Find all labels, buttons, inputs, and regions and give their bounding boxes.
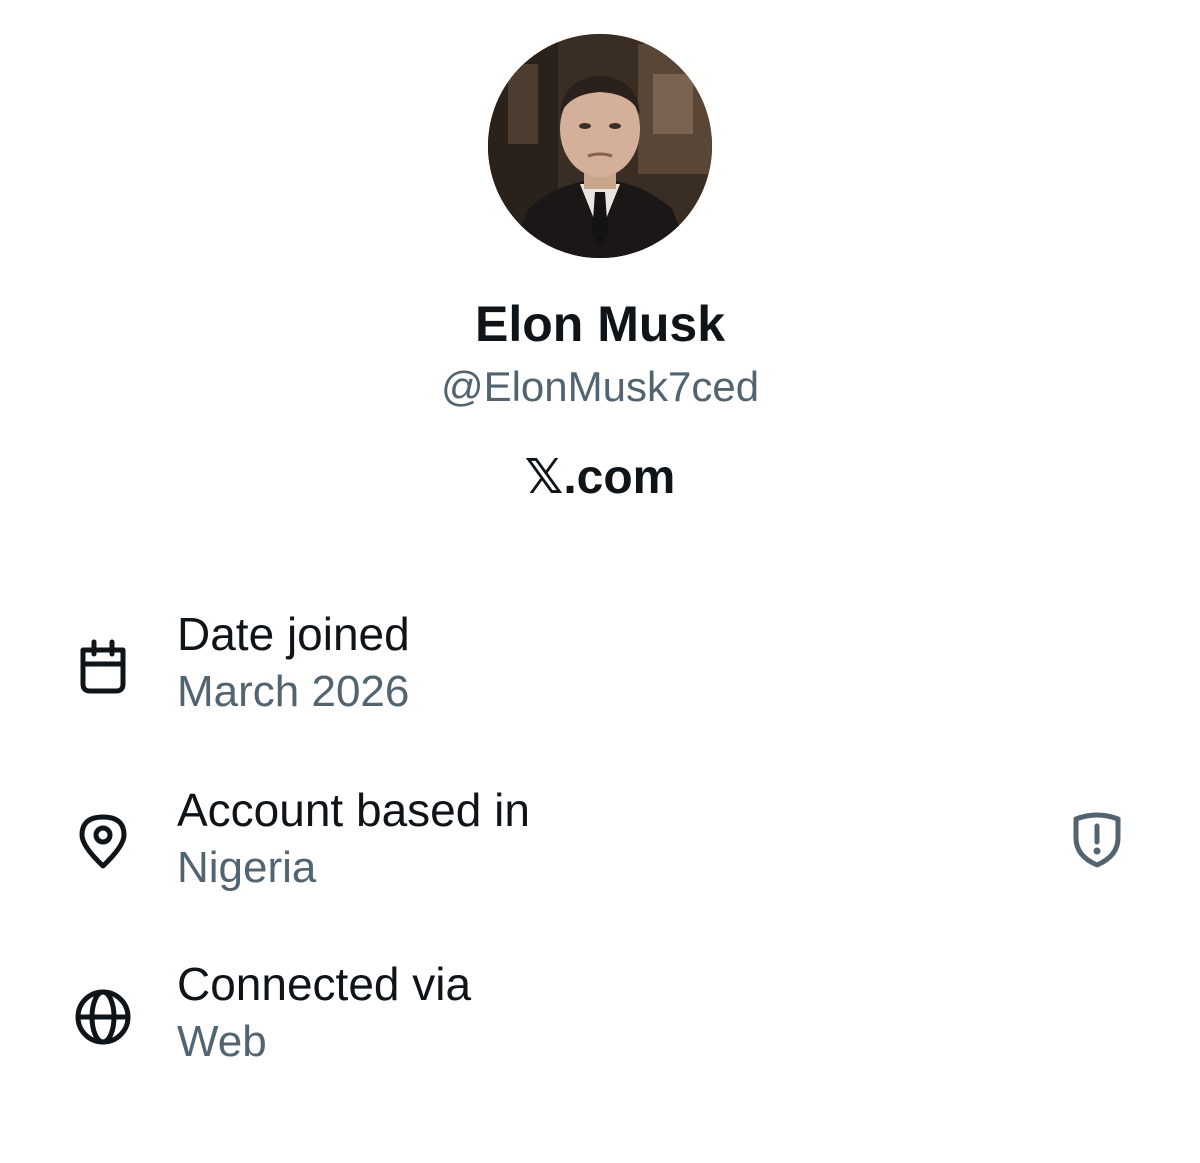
account-location-value: Nigeria xyxy=(177,843,317,892)
calendar-icon xyxy=(74,638,132,696)
shield-alert-icon[interactable] xyxy=(1068,810,1126,868)
website-link[interactable]: 𝕏.com xyxy=(0,448,1200,508)
account-location-row: Account based in Nigeria xyxy=(0,782,1200,902)
location-pin-icon xyxy=(74,812,132,870)
connected-via-value: Web xyxy=(177,1017,267,1066)
date-joined-label: Date joined xyxy=(177,608,410,660)
globe-icon xyxy=(74,988,132,1046)
avatar[interactable] xyxy=(488,34,712,258)
connected-via-label: Connected via xyxy=(177,958,472,1010)
connected-via-row: Connected via Web xyxy=(0,956,1200,1076)
account-location-label: Account based in xyxy=(177,784,530,836)
date-joined-row: Date joined March 2026 xyxy=(0,606,1200,726)
display-name: Elon Musk xyxy=(474,296,726,352)
profile-photo xyxy=(488,34,712,258)
handle: @ElonMusk7ced xyxy=(440,363,760,410)
date-joined-value: March 2026 xyxy=(177,667,410,716)
